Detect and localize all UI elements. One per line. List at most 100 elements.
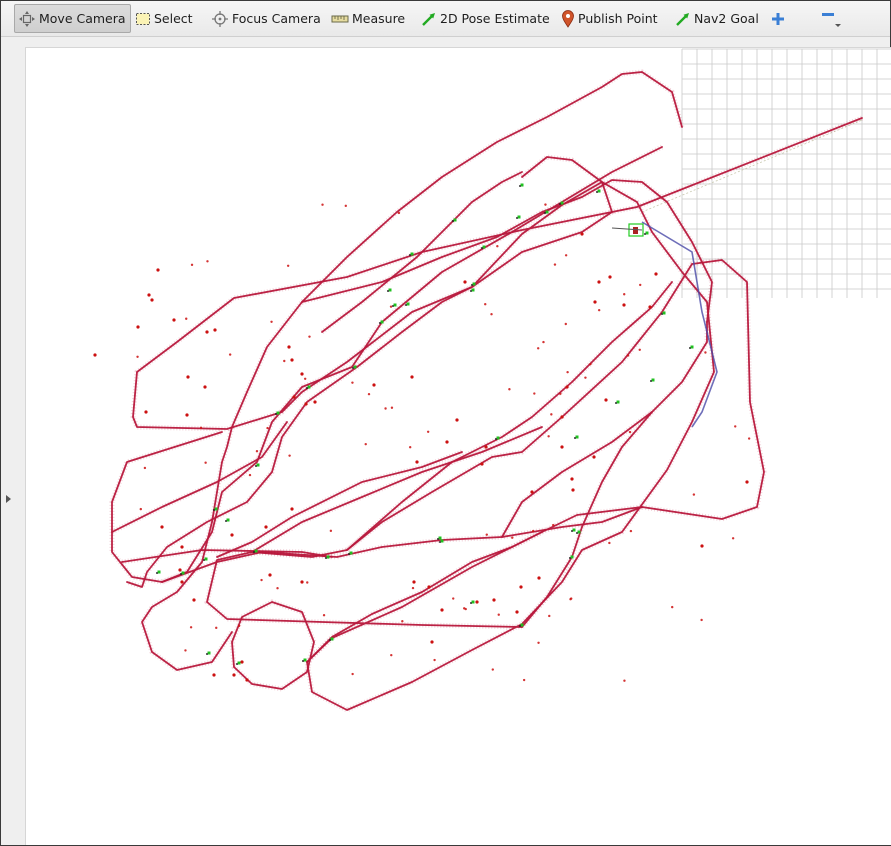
landmark-point — [608, 275, 612, 279]
landmark-point — [384, 407, 387, 410]
landmark-point — [292, 395, 296, 399]
landmark-point — [548, 614, 551, 618]
landmark-point — [511, 536, 514, 539]
pose-estimate-button[interactable]: 2D Pose Estimate — [421, 4, 550, 33]
add-tool-button[interactable] — [771, 4, 791, 33]
landmark-point — [408, 446, 412, 449]
side-panel-toggle[interactable] — [1, 37, 17, 845]
landmark-point — [367, 392, 371, 396]
landmark-point — [178, 568, 182, 572]
landmark-point — [542, 340, 545, 344]
landmark-point — [464, 607, 467, 611]
measure-label: Measure — [352, 11, 406, 26]
landmark-point — [136, 355, 139, 359]
landmark-point — [433, 658, 436, 662]
landmark-point — [248, 473, 252, 477]
landmark-point — [440, 608, 444, 612]
move-camera-button[interactable]: Move Camera — [14, 4, 131, 33]
landmark-point — [491, 668, 494, 671]
landmark-point — [570, 477, 574, 481]
landmark-point — [597, 308, 601, 312]
map-canvas[interactable] — [26, 48, 891, 845]
landmark-point — [351, 381, 354, 384]
landmark-point — [426, 430, 430, 433]
landmark-point — [623, 293, 626, 296]
nav2-goal-button[interactable]: Nav2 Goal — [675, 4, 759, 33]
landmark-point — [671, 605, 674, 609]
measure-button[interactable]: Measure — [331, 4, 406, 33]
landmark-point — [593, 300, 597, 304]
landmark-point — [390, 406, 394, 409]
landmark-point — [700, 544, 704, 548]
landmark-point — [485, 533, 488, 536]
landmark-point — [313, 400, 317, 404]
landmark-point — [552, 523, 555, 527]
landmark-point — [180, 580, 184, 584]
landmark-point — [589, 362, 592, 366]
landmark-point — [704, 351, 707, 354]
landmark-point — [147, 293, 151, 297]
landmark-point — [597, 280, 601, 284]
landmark-point — [401, 620, 404, 623]
landmark-point — [283, 359, 286, 363]
trajectory-segment-1 — [111, 146, 663, 583]
landmark-point — [463, 280, 467, 284]
landmark-point — [260, 578, 263, 582]
landmark-point — [190, 263, 194, 267]
focus-camera-button[interactable]: Focus Camera — [211, 4, 321, 33]
landmark-point — [237, 624, 241, 628]
landmark-point — [445, 440, 449, 444]
landmark-point — [276, 587, 279, 590]
landmark-point — [410, 375, 414, 379]
landmark-point — [308, 335, 311, 338]
landmark-point — [571, 488, 575, 492]
landmark-point — [544, 203, 547, 206]
landmark-point — [747, 437, 751, 440]
nav2-goal-label: Nav2 Goal — [694, 11, 759, 26]
landmark-point — [213, 328, 217, 332]
landmark-point — [475, 600, 479, 604]
landmark-point — [522, 678, 526, 682]
landmark-point — [270, 320, 273, 323]
landmark-point — [692, 493, 696, 496]
render-viewport[interactable] — [25, 47, 891, 845]
landmark-point — [185, 413, 189, 417]
landmark-point — [559, 392, 562, 396]
publish-point-button[interactable]: Publish Point — [561, 4, 659, 33]
landmark-point — [230, 533, 234, 537]
trajectory-path — [109, 69, 863, 713]
landmark-point — [622, 303, 626, 307]
landmark-point — [430, 640, 434, 644]
landmark-point — [455, 418, 459, 422]
landmark-point — [560, 415, 564, 419]
focus-camera-icon — [212, 10, 228, 27]
landmark-point — [745, 480, 749, 484]
landmark-point — [565, 385, 569, 389]
landmark-point — [290, 358, 294, 362]
landmark-point — [306, 581, 309, 584]
landmark-point — [564, 322, 567, 326]
landmark-point — [351, 672, 354, 676]
landmark-point — [321, 203, 324, 206]
landmark-point — [623, 679, 626, 682]
select-button[interactable]: Select — [135, 4, 195, 33]
landmark-point — [580, 232, 584, 236]
landmark-point — [180, 545, 184, 549]
landmark-point — [186, 375, 190, 379]
landmark-point — [731, 537, 735, 540]
landmark-point — [531, 529, 535, 533]
landmark-point — [628, 430, 632, 434]
landmark-point — [508, 388, 511, 391]
toolbar: Move Camera Select Focus Camera Measure … — [1, 1, 890, 37]
landmark-point — [364, 442, 367, 446]
landmark-point — [592, 455, 596, 459]
remove-tool-button[interactable] — [819, 4, 847, 33]
measure-icon — [331, 15, 349, 22]
landmark-point — [496, 245, 499, 248]
trajectory-segment-14 — [251, 426, 543, 553]
landmark-point — [390, 653, 393, 657]
landmark-point — [303, 377, 307, 380]
landmark-point — [560, 445, 564, 449]
landmark-point — [427, 585, 431, 589]
landmark-point — [300, 580, 304, 584]
